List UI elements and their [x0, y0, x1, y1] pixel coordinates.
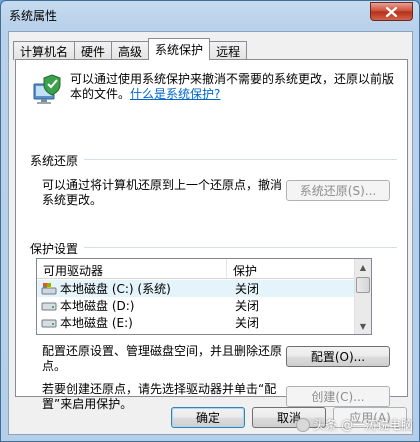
what-is-system-protection-link[interactable]: 什么是系统保护? [130, 87, 220, 101]
watermark-logo-icon [296, 417, 311, 432]
scroll-thumb[interactable] [356, 277, 370, 293]
column-protection[interactable]: 保护 [227, 259, 355, 278]
tab-hardware[interactable]: 硬件 [74, 41, 113, 60]
configure-description: 配置还原设置、管理磁盘空间，并且删除还原点。 [42, 344, 283, 373]
drive-protection-status: 关闭 [235, 299, 260, 313]
close-icon [386, 6, 397, 17]
drives-list-header: 可用驱动器 保护 [37, 259, 355, 279]
drive-row-d[interactable]: 本地磁盘 (D:) 关闭 [37, 297, 355, 314]
watermark-text: 头条 @一涛说电脑 [313, 418, 413, 432]
drive-name: 本地磁盘 (D:) [60, 299, 135, 313]
tab-remote[interactable]: 远程 [209, 41, 248, 60]
drive-row-e[interactable]: 本地磁盘 (E:) 关闭 [37, 314, 355, 331]
system-properties-window: 系统属性 计算机名 硬件 高级 系统保护 远程 可以通过使用系统保护来撤消不需要… [0, 0, 420, 442]
create-restore-point-button[interactable]: 创建(C)... [286, 386, 390, 407]
watermark: 头条 @一涛说电脑 [296, 416, 413, 433]
title-bar[interactable]: 系统属性 [1, 1, 419, 29]
system-protection-panel: 可以通过使用系统保护来撤消不需要的系统更改，还原以前版本的文件。什么是系统保护?… [15, 59, 408, 411]
dialog-client-area: 计算机名 硬件 高级 系统保护 远程 可以通过使用系统保护来撤消不需要的系统更改… [8, 31, 413, 435]
configure-button[interactable]: 配置(O)... [286, 346, 390, 367]
intro-text: 可以通过使用系统保护来撤消不需要的系统更改，还原以前版本的文件。什么是系统保护? [70, 72, 400, 102]
column-available-drives[interactable]: 可用驱动器 [37, 259, 227, 278]
system-protection-icon [33, 74, 61, 104]
drive-name: 本地磁盘 (C:) (系统) [60, 282, 171, 296]
system-restore-description: 可以通过将计算机还原到上一个还原点，撤消系统更改。 [42, 178, 283, 207]
system-drive-icon [41, 282, 57, 294]
drive-protection-status: 关闭 [235, 316, 260, 330]
tab-advanced[interactable]: 高级 [111, 41, 150, 60]
tab-computer-name[interactable]: 计算机名 [13, 41, 76, 60]
drive-icon [41, 319, 57, 327]
system-restore-divider [84, 159, 397, 160]
drive-row-c[interactable]: 本地磁盘 (C:) (系统) 关闭 [37, 280, 355, 297]
scroll-up-icon[interactable]: ▲ [355, 259, 371, 275]
drive-name: 本地磁盘 (E:) [60, 316, 133, 330]
window-title: 系统属性 [9, 9, 58, 23]
system-restore-group-label: 系统还原 [30, 154, 79, 168]
create-description: 若要创建还原点，请先选择驱动器并单击“配置”来启用保护。 [42, 382, 277, 411]
system-restore-button[interactable]: 系统还原(S)... [286, 180, 390, 201]
protection-settings-group-label: 保护设置 [30, 242, 79, 256]
close-button[interactable] [370, 2, 413, 21]
ok-button[interactable]: 确定 [171, 407, 245, 428]
drive-icon [41, 302, 57, 310]
protection-settings-divider [84, 247, 397, 248]
drives-list-scrollbar[interactable]: ▲ ▼ [354, 259, 371, 334]
drives-list[interactable]: 可用驱动器 保护 本地磁盘 (C:) (系统) 关闭 本地磁盘 (D:) 关闭 … [36, 258, 372, 335]
drive-protection-status: 关闭 [235, 282, 260, 296]
intro-description: 可以通过使用系统保护来撤消不需要的系统更改，还原以前版本的文件。 [70, 72, 395, 101]
tab-strip: 计算机名 硬件 高级 系统保护 远程 [13, 38, 248, 60]
scroll-down-icon[interactable]: ▼ [355, 318, 371, 334]
tab-system-protection[interactable]: 系统保护 [148, 38, 211, 60]
